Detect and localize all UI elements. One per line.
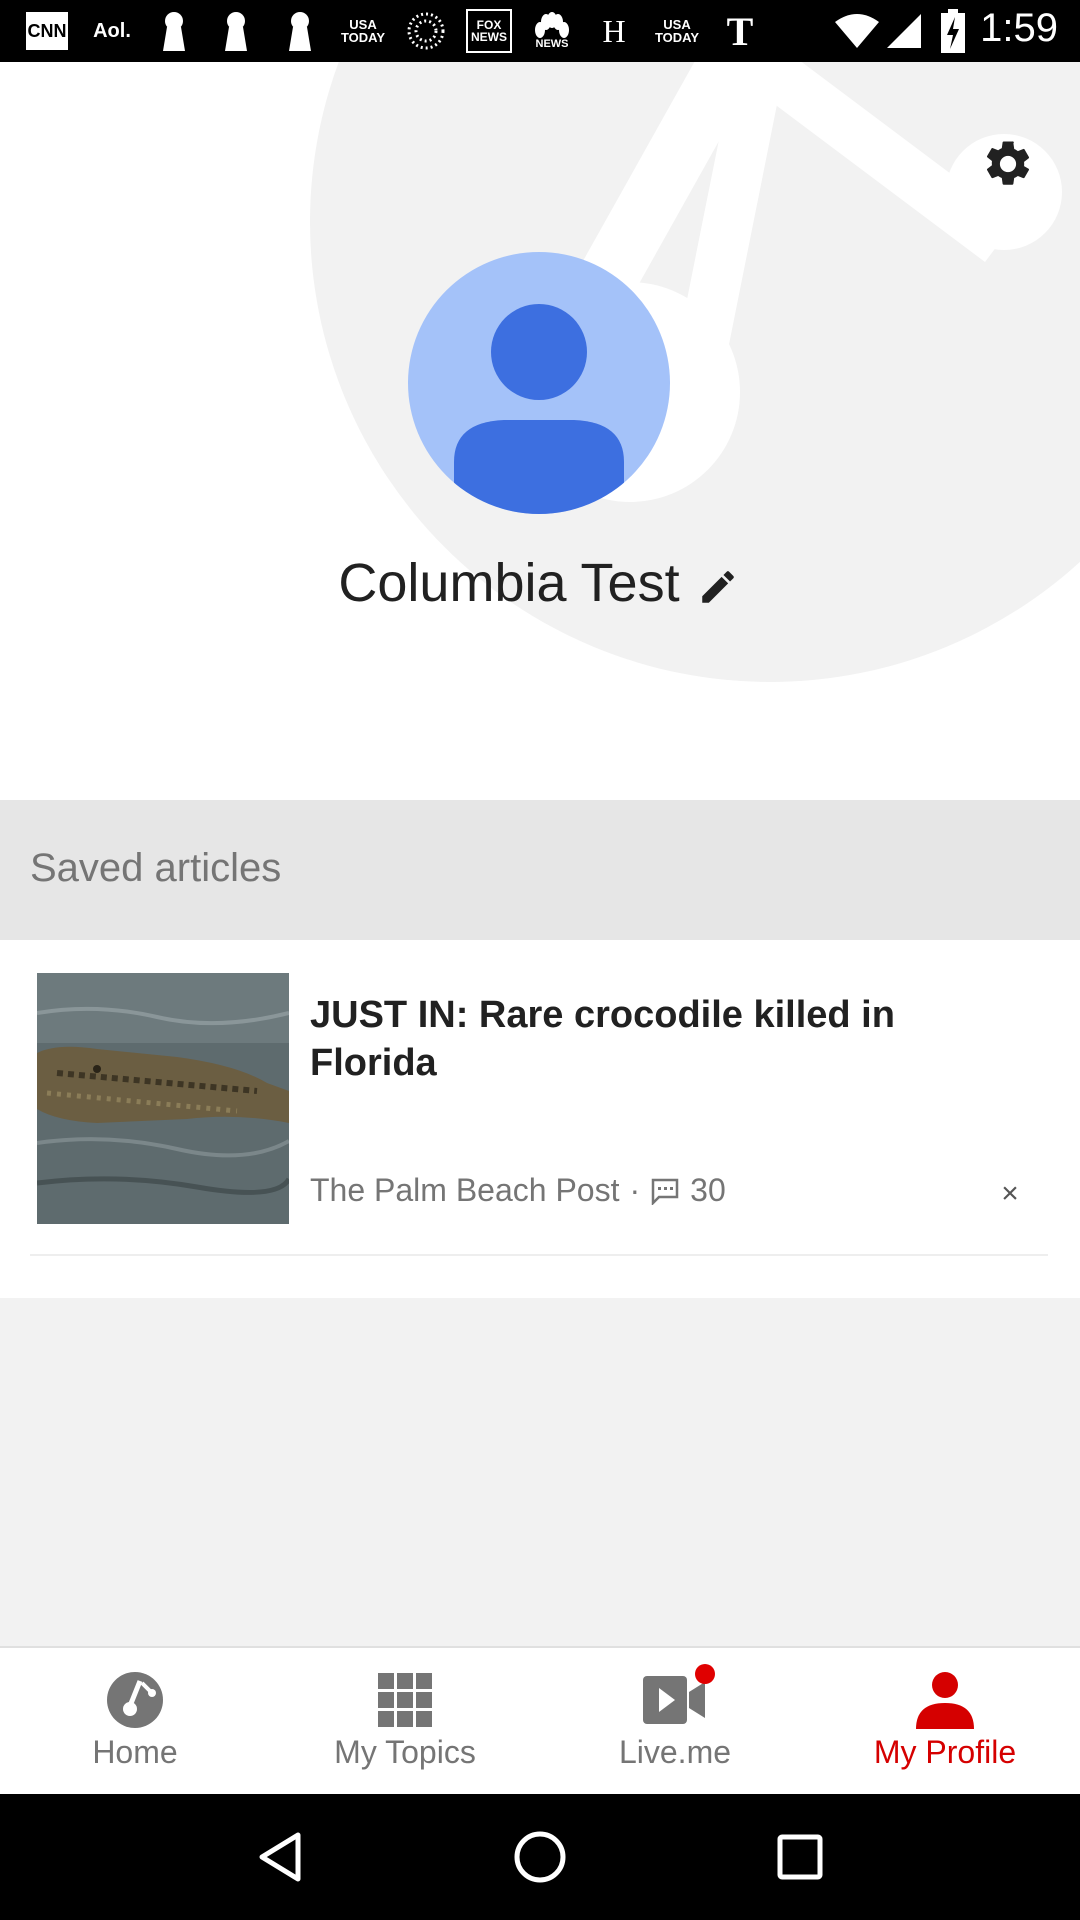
home-logo-icon [103,1670,167,1730]
recents-square-icon [777,1834,823,1880]
pencil-icon [701,571,734,603]
keyhole-notification-icon [160,8,188,54]
article-source: The Palm Beach Post [310,1172,620,1208]
user-name: Columbia Test [338,553,680,613]
status-bar: CNN Aol. USA TODAY FOX NEWS NEWS H USA T… [0,0,1080,62]
battery-charging-icon [938,8,968,54]
bottom-navigation: Home My Topics Live.me My Profile [0,1646,1080,1794]
edit-name-button[interactable] [694,563,742,611]
keyhole-notification-icon [222,8,250,54]
grid-icon [373,1670,437,1730]
live-indicator-dot [695,1664,715,1684]
usa-today-notification-icon: USA TODAY [340,17,386,45]
comment-icon [651,1178,679,1205]
clock: 1:59 [980,6,1058,50]
wifi-icon [832,8,882,54]
name-row: Columbia Test [0,552,1080,614]
profile-header: Columbia Test [0,62,1080,800]
remove-article-button[interactable]: × [986,1170,1034,1218]
nav-label: My Topics [334,1734,476,1770]
nav-my-topics[interactable]: My Topics [270,1648,540,1794]
article-headline[interactable]: JUST IN: Rare crocodile killed in Florid… [310,992,1030,1087]
back-triangle-icon [259,1832,301,1882]
meta-separator: · [629,1172,641,1208]
list-item[interactable]: JUST IN: Rare crocodile killed in Florid… [30,940,1048,1256]
cellular-signal-icon [884,8,924,54]
system-navigation-bar [0,1794,1080,1920]
settings-gear-button[interactable] [976,132,1040,196]
dotted-globe-notification-icon [404,8,448,54]
keyhole-notification-icon [286,8,314,54]
article-thumbnail [37,973,289,1224]
person-icon [454,304,624,514]
recents-button[interactable] [765,1822,835,1892]
section-title: Saved articles [30,846,282,890]
home-circle-icon [514,1831,566,1883]
nbc-news-notification-icon: NEWS [530,8,574,54]
aol-notification-icon: Aol. [93,19,131,42]
nav-label: Home [92,1734,178,1770]
article-meta: The Palm Beach Post · 30 [310,1172,726,1209]
nav-live-me[interactable]: Live.me [540,1648,810,1794]
avatar[interactable] [408,252,670,514]
cnn-notification-icon: CNN [26,12,68,50]
nyt-notification-icon: T [726,8,754,54]
nav-label: Live.me [618,1734,732,1770]
fox-news-notification-icon: FOX NEWS [466,9,512,53]
home-button[interactable] [505,1822,575,1892]
usa-today-notification-icon: USA TODAY [654,17,700,45]
comment-count: 30 [690,1172,726,1208]
gear-icon [986,141,1030,185]
nav-label: My Profile [873,1734,1017,1770]
video-camera-icon [643,1664,715,1730]
nav-my-profile[interactable]: My Profile [810,1648,1080,1794]
h-notification-icon: H [602,12,626,49]
person-icon [913,1670,977,1730]
nav-home[interactable]: Home [0,1648,270,1794]
saved-articles-list: JUST IN: Rare crocodile killed in Florid… [0,940,1080,1298]
saved-articles-header: Saved articles [0,800,1080,940]
back-button[interactable] [245,1822,315,1892]
close-icon: × [1001,1177,1019,1210]
